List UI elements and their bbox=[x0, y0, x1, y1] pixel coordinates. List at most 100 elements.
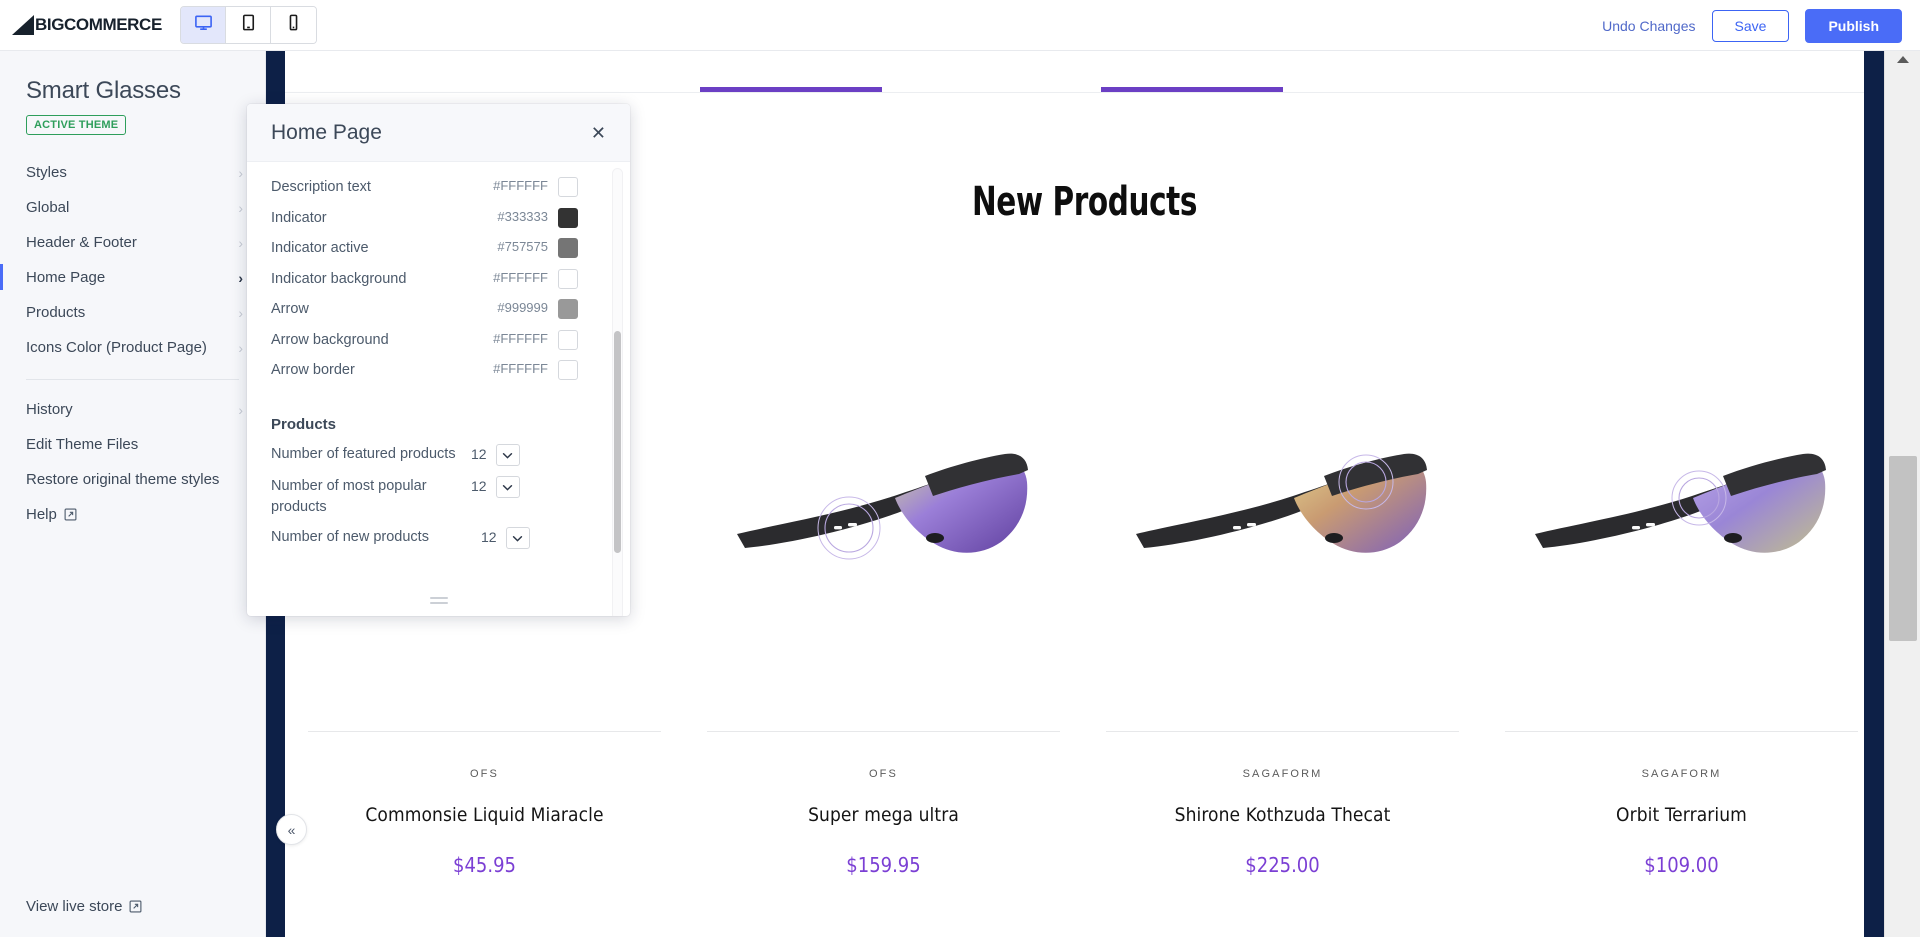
color-swatch[interactable] bbox=[558, 299, 578, 320]
sidebar-item-history[interactable]: History › bbox=[0, 392, 265, 427]
carousel-indicator-2[interactable] bbox=[1101, 87, 1283, 92]
chevron-down-icon bbox=[502, 478, 513, 496]
chevron-right-icon: › bbox=[238, 339, 243, 356]
product-name[interactable]: Shirone Kothzuda Thecat bbox=[1175, 804, 1391, 826]
sidebar-item-styles[interactable]: Styles › bbox=[0, 155, 265, 190]
view-live-store-label: View live store bbox=[26, 898, 123, 915]
chevron-down-icon bbox=[502, 446, 513, 464]
scroll-up-arrow-icon[interactable] bbox=[1896, 56, 1909, 63]
product-name[interactable]: Commonsie Liquid Miaracle bbox=[365, 804, 603, 826]
color-value: #999999 bbox=[497, 300, 548, 316]
setting-label: Number of featured products bbox=[271, 446, 456, 463]
tablet-icon bbox=[239, 13, 258, 37]
product-card[interactable]: OFS Super mega ultra $159.95 bbox=[684, 301, 1083, 921]
mobile-view-button[interactable] bbox=[271, 7, 316, 43]
sunglasses-icon bbox=[736, 453, 1028, 560]
number-setting-row[interactable]: Number of most popular products 12 bbox=[247, 471, 630, 522]
setting-value: 12 bbox=[481, 529, 497, 546]
product-price: $225.00 bbox=[1245, 853, 1320, 877]
setting-label: Arrow background bbox=[271, 331, 389, 348]
setting-label: Number of new products bbox=[271, 529, 429, 546]
product-card[interactable]: SAGAFORM Orbit Terrarium $109.00 bbox=[1482, 301, 1881, 921]
color-value: #FFFFFF bbox=[493, 269, 548, 285]
close-icon[interactable]: ✕ bbox=[587, 120, 610, 146]
carousel-indicator-1[interactable] bbox=[700, 87, 882, 92]
setting-label: Arrow bbox=[271, 301, 309, 318]
product-price: $45.95 bbox=[453, 853, 516, 877]
setting-label: Number of most popular products bbox=[271, 478, 427, 515]
bigcommerce-mark-icon bbox=[12, 15, 34, 35]
product-name[interactable]: Orbit Terrarium bbox=[1616, 804, 1747, 826]
number-setting-row[interactable]: Number of new products 12 bbox=[247, 522, 630, 554]
external-link-icon bbox=[64, 508, 77, 521]
product-image bbox=[1482, 301, 1881, 731]
panel-title: Home Page bbox=[271, 120, 382, 144]
carousel-rule bbox=[285, 92, 1884, 93]
setting-value: 12 bbox=[471, 478, 487, 495]
color-swatch[interactable] bbox=[558, 238, 578, 259]
color-swatch[interactable] bbox=[558, 329, 578, 350]
theme-title: Smart Glasses bbox=[26, 77, 181, 104]
color-setting-row[interactable]: Arrow border #FFFFFF bbox=[247, 355, 630, 386]
device-toggle-group[interactable] bbox=[180, 6, 317, 44]
mobile-icon bbox=[284, 13, 303, 37]
color-setting-row[interactable]: Indicator active #757575 bbox=[247, 233, 630, 264]
chevron-right-icon: › bbox=[238, 304, 243, 321]
product-card[interactable]: SAGAFORM Shirone Kothzuda Thecat $225.00 bbox=[1083, 301, 1482, 921]
chevron-right-icon: › bbox=[238, 234, 243, 251]
color-swatch[interactable] bbox=[558, 360, 578, 381]
sidebar-item-products[interactable]: Products › bbox=[0, 295, 265, 330]
color-value: #FFFFFF bbox=[493, 178, 548, 193]
preview-scrollbar[interactable] bbox=[1884, 51, 1920, 937]
sidebar-item-label: Header & Footer bbox=[26, 234, 137, 251]
save-button[interactable]: Save bbox=[1711, 9, 1790, 42]
setting-label: Arrow border bbox=[271, 362, 355, 379]
scrollbar-thumb[interactable] bbox=[1889, 456, 1917, 641]
panel-scrollbar-thumb[interactable] bbox=[614, 331, 621, 553]
sidebar-item-label: History bbox=[26, 401, 73, 418]
featured-products-select[interactable] bbox=[495, 444, 520, 467]
sidebar-item-restore-styles[interactable]: Restore original theme styles bbox=[0, 462, 265, 497]
sidebar-item-global[interactable]: Global › bbox=[0, 190, 265, 225]
desktop-view-button[interactable] bbox=[181, 7, 226, 43]
product-price: $109.00 bbox=[1644, 853, 1719, 877]
sidebar-item-icons-color[interactable]: Icons Color (Product Page) › bbox=[0, 330, 265, 365]
publish-button[interactable]: Publish bbox=[1805, 8, 1902, 43]
sidebar-item-home-page[interactable]: Home Page › bbox=[0, 260, 265, 295]
sunglasses-icon bbox=[1135, 453, 1427, 553]
color-setting-row[interactable]: Description text #FFFFFF bbox=[247, 172, 630, 203]
sunglasses-icon bbox=[1534, 453, 1826, 553]
color-setting-row[interactable]: Arrow background #FFFFFF bbox=[247, 325, 630, 356]
color-swatch[interactable] bbox=[558, 177, 578, 197]
number-setting-row[interactable]: Number of featured products 12 bbox=[247, 439, 630, 471]
new-products-select[interactable] bbox=[505, 527, 530, 550]
view-live-store-link[interactable]: View live store bbox=[26, 898, 142, 915]
sidebar-item-help[interactable]: Help bbox=[0, 497, 265, 532]
most-popular-products-select[interactable] bbox=[495, 476, 520, 499]
color-setting-row[interactable]: Indicator background #FFFFFF bbox=[247, 264, 630, 295]
card-divider bbox=[308, 731, 661, 732]
color-value: #FFFFFF bbox=[493, 361, 548, 377]
color-setting-row[interactable]: Indicator #333333 bbox=[247, 203, 630, 234]
product-name[interactable]: Super mega ultra bbox=[808, 804, 959, 826]
color-swatch[interactable] bbox=[558, 207, 578, 228]
sidebar-item-label: Help bbox=[26, 506, 57, 523]
products-section-heading: Products bbox=[271, 416, 337, 434]
color-setting-row[interactable]: Arrow #999999 bbox=[247, 294, 630, 325]
color-value: #757575 bbox=[497, 239, 548, 255]
tablet-view-button[interactable] bbox=[226, 7, 271, 43]
sidebar-item-edit-theme-files[interactable]: Edit Theme Files bbox=[0, 427, 265, 462]
color-swatch[interactable] bbox=[558, 268, 578, 289]
desktop-icon bbox=[194, 13, 213, 37]
top-actions: Undo Changes Save Publish bbox=[1602, 0, 1902, 51]
panel-resize-handle[interactable] bbox=[429, 597, 448, 607]
color-value: #FFFFFF bbox=[493, 330, 548, 346]
collapse-sidebar-button[interactable]: « bbox=[276, 814, 307, 845]
sidebar-item-label: Restore original theme styles bbox=[26, 471, 220, 488]
card-divider bbox=[707, 731, 1060, 732]
sidebar-item-header-footer[interactable]: Header & Footer › bbox=[0, 225, 265, 260]
panel-scrollbar[interactable] bbox=[612, 168, 623, 616]
undo-changes-button[interactable]: Undo Changes bbox=[1602, 18, 1695, 34]
setting-label: Indicator bbox=[271, 209, 327, 226]
chevron-double-left-icon: « bbox=[287, 821, 296, 838]
